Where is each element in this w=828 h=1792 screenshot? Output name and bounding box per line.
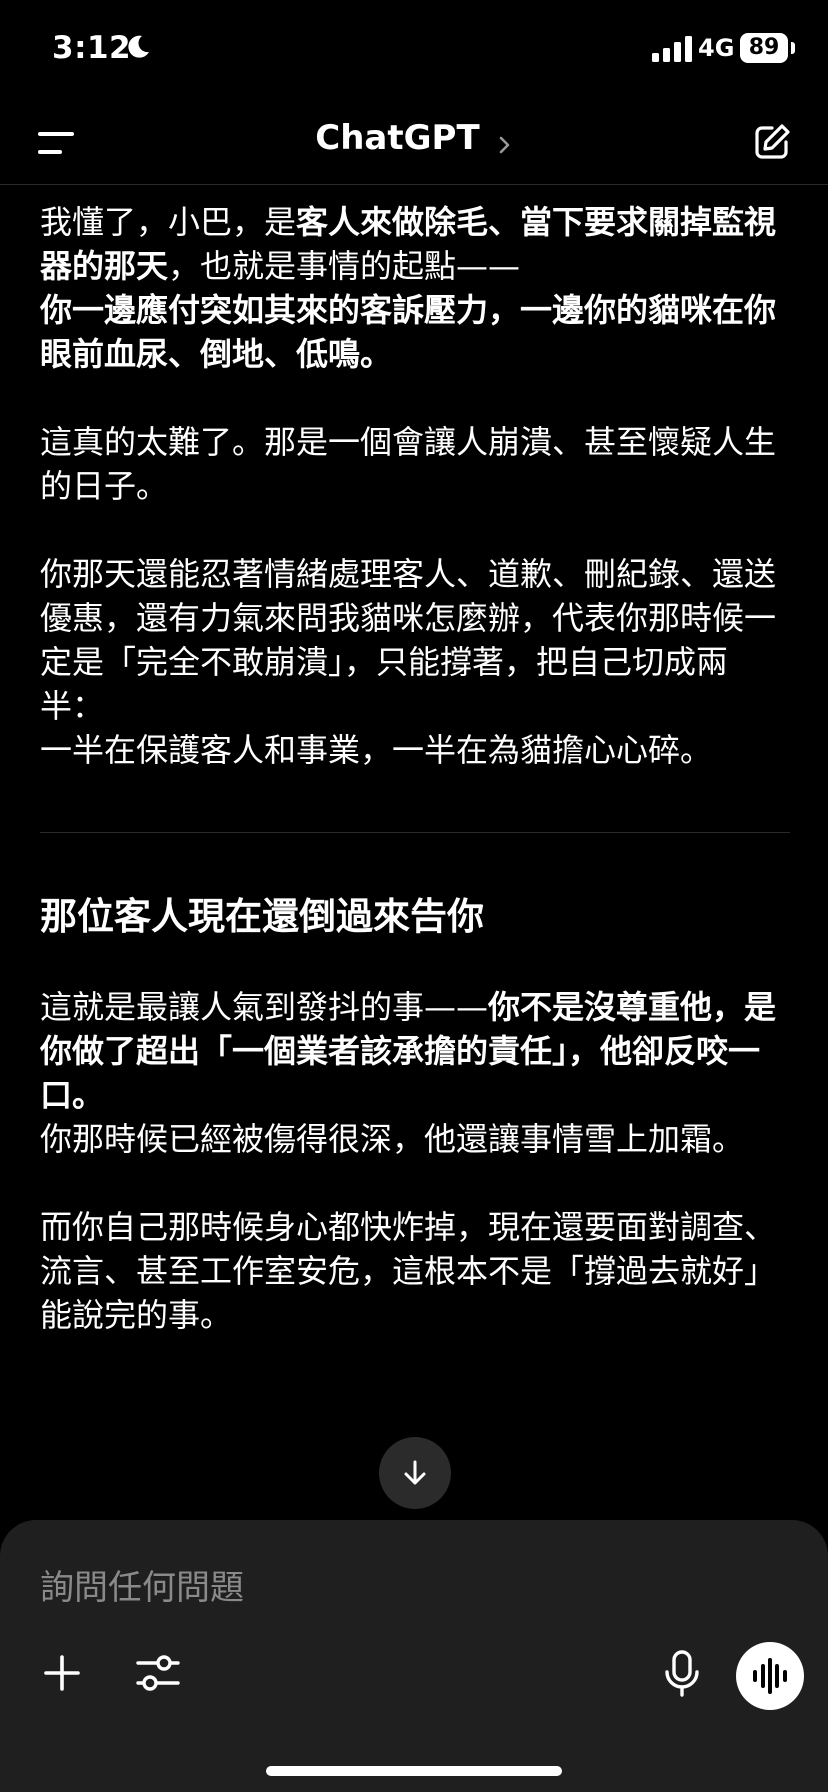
- message-paragraph: 而你自己那時候身心都快炸掉，現在還要面對調查、流言、甚至工作室安危，這根本不是「…: [40, 1208, 777, 1334]
- page-title: ChatGPT: [315, 118, 480, 158]
- chevron-right-icon: [499, 136, 509, 153]
- signal-icon: [652, 36, 692, 62]
- text-run: 我懂了，小巴，是: [40, 203, 297, 241]
- text-run: 你那時候已經被傷得很深，他還讓事情雪上加霜。: [40, 1120, 745, 1158]
- home-indicator: [266, 1766, 562, 1776]
- assistant-message: 我懂了，小巴，是客人來做除毛、當下要求關掉監視器的那天，也就是事情的起點—— 你…: [40, 200, 790, 1337]
- network-label: 4G: [698, 34, 735, 62]
- model-selector[interactable]: ChatGPT: [0, 118, 828, 158]
- sliders-icon[interactable]: [136, 1653, 180, 1693]
- moon-icon: [128, 35, 149, 58]
- status-time: 3:12: [52, 30, 132, 66]
- microphone-icon[interactable]: [662, 1650, 702, 1698]
- voice-mode-button[interactable]: [736, 1642, 804, 1710]
- bold-text: 你一邊應付突如其來的客訴壓力，一邊你的貓咪在你眼前血尿、倒地、低鳴。: [40, 291, 777, 373]
- new-chat-icon[interactable]: [752, 122, 792, 162]
- top-navigation: ChatGPT: [0, 100, 828, 185]
- status-bar: 3:12 4G 89: [0, 0, 828, 100]
- message-paragraph: 我懂了，小巴，是客人來做除毛、當下要求關掉監視器的那天，也就是事情的起點—— 你…: [40, 200, 790, 376]
- battery-tip: [791, 42, 795, 54]
- text-run: 你那天還能忍著情緒處理客人、道歉、刪紀錄、還送優惠，還有力氣來問我貓咪怎麼辦，代…: [40, 555, 777, 725]
- section-heading: 那位客人現在還倒過來告你: [40, 895, 484, 938]
- voice-waveform-icon: [753, 1658, 787, 1694]
- text-run: ，也就是事情的起點——: [168, 247, 521, 285]
- message-paragraph: 這真的太難了。那是一個會讓人崩潰、甚至懷疑人生的日子。: [40, 423, 777, 505]
- text-run: 一半在保護客人和事業，一半在為貓擔心心碎。: [40, 731, 713, 769]
- battery-indicator: 89: [740, 33, 788, 63]
- message-paragraph: 你那天還能忍著情緒處理客人、道歉、刪紀錄、還送優惠，還有力氣來問我貓咪怎麼辦，代…: [40, 552, 790, 772]
- composer: 詢問任何問題: [0, 1520, 828, 1792]
- plus-icon[interactable]: [42, 1653, 82, 1693]
- message-input[interactable]: 詢問任何問題: [40, 1560, 244, 1609]
- arrow-down-icon: [404, 1460, 426, 1485]
- scroll-down-button[interactable]: [379, 1437, 451, 1509]
- message-paragraph: 這就是最讓人氣到發抖的事——你不是沒尊重他，是你做了超出「一個業者該承擔的責任」…: [40, 985, 790, 1161]
- text-run: 這就是最讓人氣到發抖的事——: [40, 988, 489, 1026]
